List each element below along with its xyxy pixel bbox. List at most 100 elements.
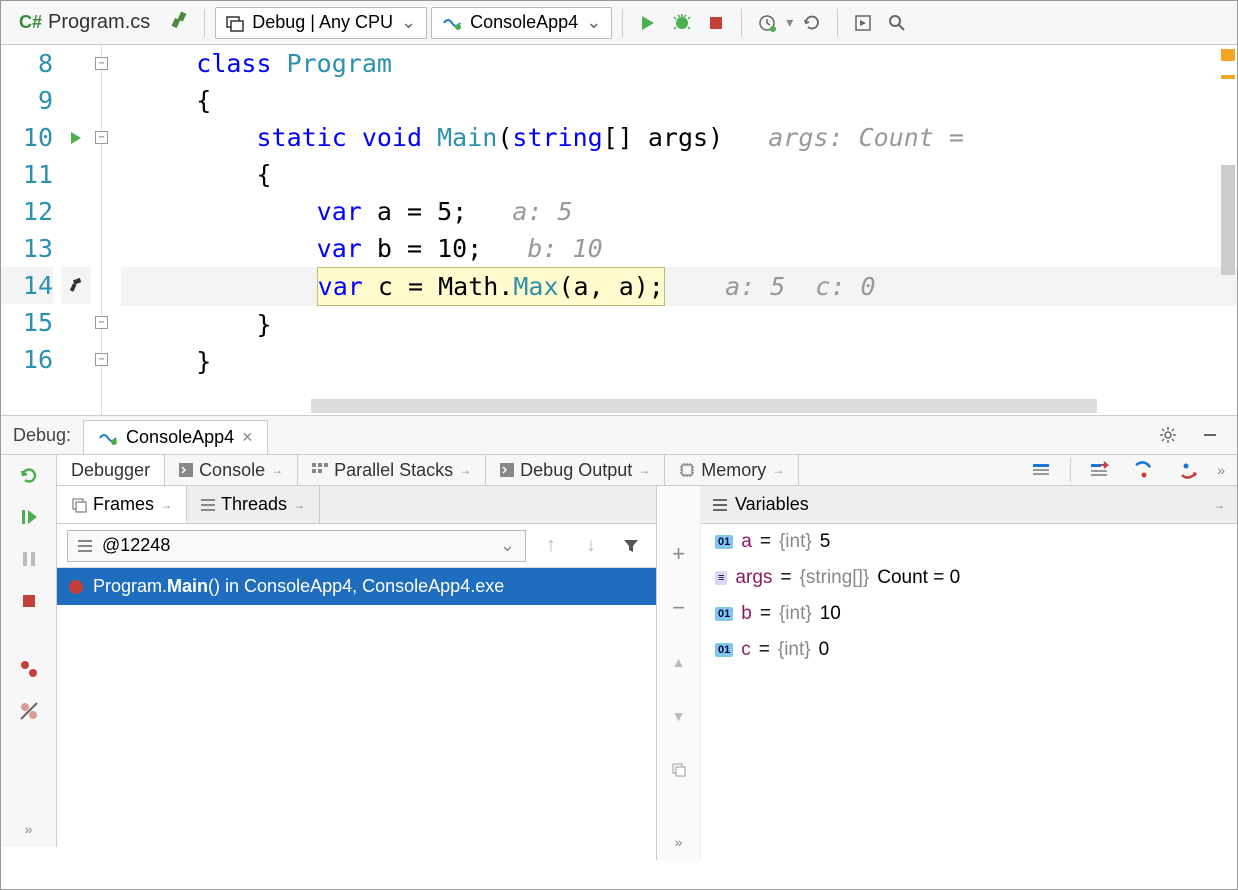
variables-toolbar: + − ▲ ▼ » — [657, 486, 701, 860]
chevron-down-icon: ⌄ — [401, 12, 416, 33]
step-over-button[interactable] — [1085, 455, 1115, 485]
var-type: {int} — [779, 531, 812, 553]
close-icon[interactable]: × — [242, 427, 253, 448]
var-name: a — [741, 531, 752, 553]
type-badge: 01 — [715, 535, 733, 549]
var-name: b — [741, 603, 752, 625]
project-combo[interactable]: ConsoleApp4 ⌄ — [431, 7, 612, 39]
build-config-combo[interactable]: Debug | Any CPU ⌄ — [215, 7, 427, 39]
more-steps[interactable]: » — [1217, 462, 1225, 478]
stop-button[interactable] — [701, 8, 731, 38]
var-value: 10 — [820, 603, 841, 625]
prev-frame-button[interactable]: ↑ — [536, 531, 566, 561]
debug-panels: » Debugger Console→ Parallel Stacks→ Deb… — [1, 455, 1237, 847]
build-hammer-button[interactable] — [164, 8, 194, 38]
editor-markers[interactable] — [1221, 49, 1235, 81]
next-frame-button[interactable]: ↓ — [576, 531, 606, 561]
vertical-scrollbar[interactable] — [1221, 165, 1235, 275]
rerun-button[interactable] — [11, 457, 47, 493]
debug-side-toolbar: » — [1, 455, 57, 847]
project-label: ConsoleApp4 — [470, 12, 578, 33]
up-button[interactable]: ▲ — [661, 644, 697, 680]
run-button[interactable] — [633, 8, 663, 38]
pause-button[interactable] — [11, 541, 47, 577]
tab-memory[interactable]: Memory→ — [665, 455, 799, 485]
variable-row[interactable]: 01a = {int} 5 — [701, 524, 1237, 560]
var-value: Count = 0 — [877, 567, 960, 589]
more-button[interactable]: » — [11, 811, 47, 847]
settings-gear-button[interactable] — [1153, 420, 1183, 450]
fold-toggle[interactable]: − — [95, 131, 108, 144]
add-watch-button[interactable]: + — [661, 536, 697, 572]
debug-toolwindow-header: Debug: ConsoleApp4 × — [1, 415, 1237, 455]
breakpoints-button[interactable] — [11, 651, 47, 687]
var-value: 5 — [820, 531, 831, 553]
run-gutter — [61, 45, 91, 415]
type-badge: ≡ — [715, 571, 727, 585]
filter-button[interactable] — [616, 531, 646, 561]
někdo-run-tab[interactable]: ConsoleApp4 × — [83, 420, 268, 454]
variable-row[interactable]: 01b = {int} 10 — [701, 596, 1237, 632]
variable-row[interactable]: ≡args = {string[]} Count = 0 — [701, 560, 1237, 596]
stack-frame[interactable]: Program.Main() in ConsoleApp4, ConsoleAp… — [57, 568, 656, 605]
file-name: Program.cs — [48, 11, 150, 34]
show-execution-button[interactable] — [1026, 455, 1056, 485]
tab-debugger[interactable]: Debugger — [57, 455, 165, 485]
mute-breakpoints-button[interactable] — [11, 693, 47, 729]
history-button[interactable] — [752, 8, 782, 38]
fold-gutter: − − − − — [91, 45, 121, 415]
csharp-icon: C# — [19, 12, 42, 33]
type-badge: 01 — [715, 643, 733, 657]
minimize-button[interactable] — [1195, 420, 1225, 450]
variable-row[interactable]: 01c = {int} 0 — [701, 632, 1237, 668]
more-vars-button[interactable]: » — [661, 824, 697, 860]
breakpoint-icon — [69, 580, 83, 594]
code-editor[interactable]: 8910 111213 141516 − − − − class Program… — [1, 45, 1237, 415]
attach-button[interactable] — [848, 8, 878, 38]
file-tab[interactable]: C# Program.cs — [9, 11, 160, 34]
run-line-icon[interactable] — [61, 119, 91, 156]
frames-panel: Frames→ Threads→ @12248 ⌄ ↑ ↓ Program.Ma… — [57, 486, 657, 860]
copy-button[interactable] — [661, 752, 697, 788]
resume-button[interactable] — [11, 499, 47, 535]
debug-label: Debug: — [13, 425, 71, 446]
code-content[interactable]: class Program { static void Main(string[… — [121, 45, 1237, 415]
variables-header: Variables → — [701, 486, 1237, 524]
line-numbers: 8910 111213 141516 — [1, 45, 61, 415]
tab-console[interactable]: Console→ — [165, 455, 298, 485]
fold-toggle[interactable]: − — [95, 316, 108, 329]
debug-tabs: Debugger Console→ Parallel Stacks→ Debug… — [57, 455, 1237, 486]
tab-debug-output[interactable]: Debug Output→ — [486, 455, 665, 485]
tab-frames[interactable]: Frames→ — [57, 486, 187, 523]
tab-threads[interactable]: Threads→ — [187, 486, 320, 523]
main-toolbar: C# Program.cs Debug | Any CPU ⌄ ConsoleA… — [1, 1, 1237, 45]
step-into-button[interactable] — [1129, 455, 1159, 485]
chevron-down-icon: ⌄ — [586, 12, 601, 33]
down-button[interactable]: ▼ — [661, 698, 697, 734]
fold-toggle[interactable]: − — [95, 57, 108, 70]
var-type: {int} — [778, 639, 811, 661]
tab-parallel-stacks[interactable]: Parallel Stacks→ — [298, 455, 486, 485]
thread-selector[interactable]: @12248 ⌄ — [67, 530, 526, 562]
stop-debug-button[interactable] — [11, 583, 47, 619]
var-value: 0 — [819, 639, 830, 661]
search-button[interactable] — [882, 8, 912, 38]
type-badge: 01 — [715, 607, 733, 621]
build-config-label: Debug | Any CPU — [252, 12, 393, 33]
refresh-button[interactable] — [797, 8, 827, 38]
var-name: c — [741, 639, 751, 661]
remove-watch-button[interactable]: − — [661, 590, 697, 626]
step-out-button[interactable] — [1173, 455, 1203, 485]
var-type: {string[]} — [800, 567, 870, 589]
current-line-hammer-icon — [61, 267, 91, 304]
var-type: {int} — [779, 603, 812, 625]
variables-panel: + − ▲ ▼ » Variables → 01a = {int} 5≡args… — [657, 486, 1237, 860]
run-tab-label: ConsoleApp4 — [126, 427, 234, 448]
debug-button[interactable] — [667, 8, 697, 38]
detach-icon[interactable]: → — [1213, 498, 1225, 512]
horizontal-scrollbar[interactable] — [311, 399, 1097, 413]
var-name: args — [735, 567, 772, 589]
history-dropdown[interactable]: ▾ — [786, 14, 793, 31]
fold-toggle[interactable]: − — [95, 353, 108, 366]
thread-id: @12248 — [102, 535, 170, 556]
